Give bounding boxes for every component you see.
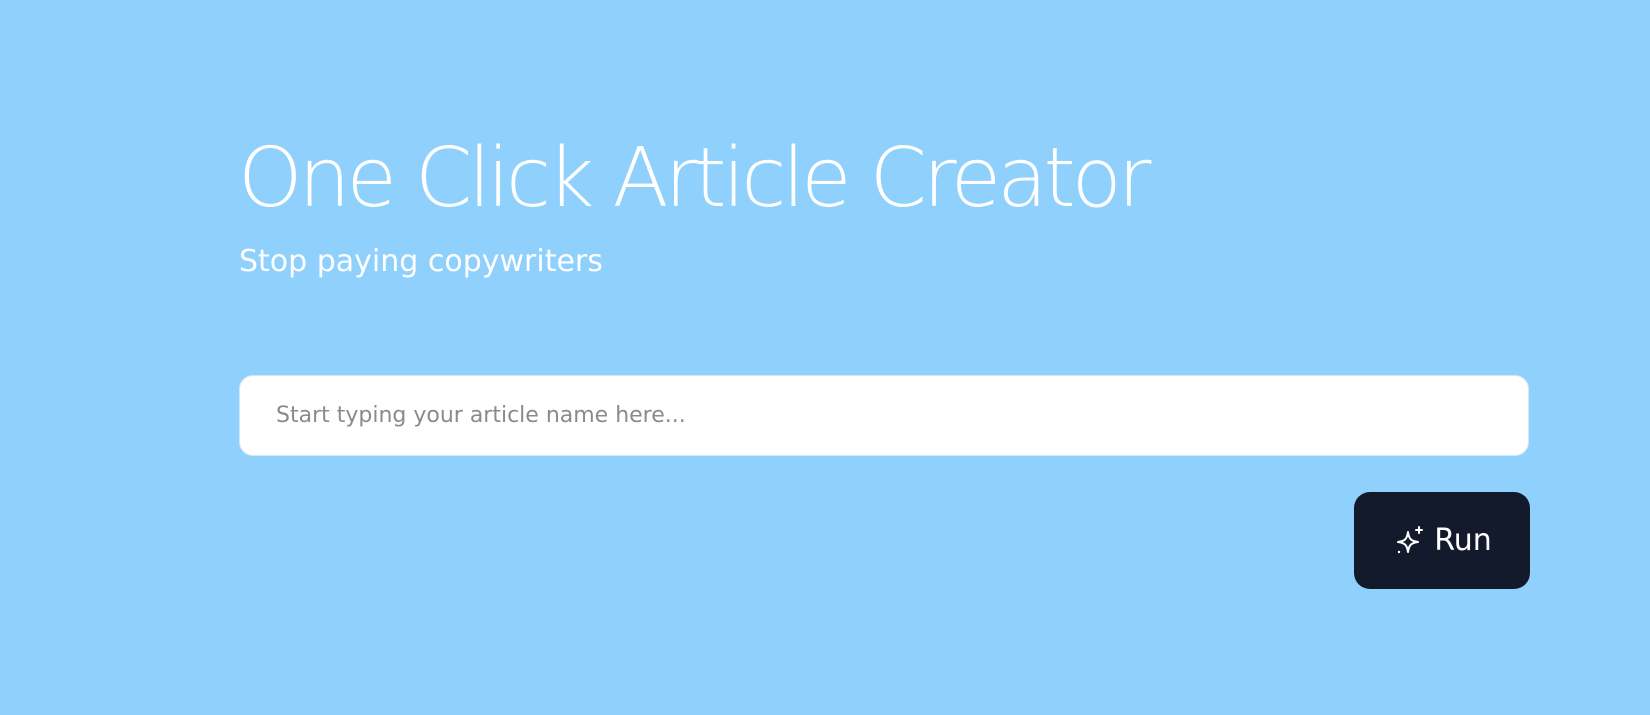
run-button[interactable]: Run — [1354, 492, 1530, 589]
run-button-label: Run — [1434, 522, 1492, 558]
page-subtitle: Stop paying copywriters — [239, 244, 603, 279]
article-name-input[interactable] — [239, 375, 1529, 456]
page-title: One Click Article Creator — [238, 131, 1152, 226]
sparkles-icon — [1392, 523, 1428, 559]
